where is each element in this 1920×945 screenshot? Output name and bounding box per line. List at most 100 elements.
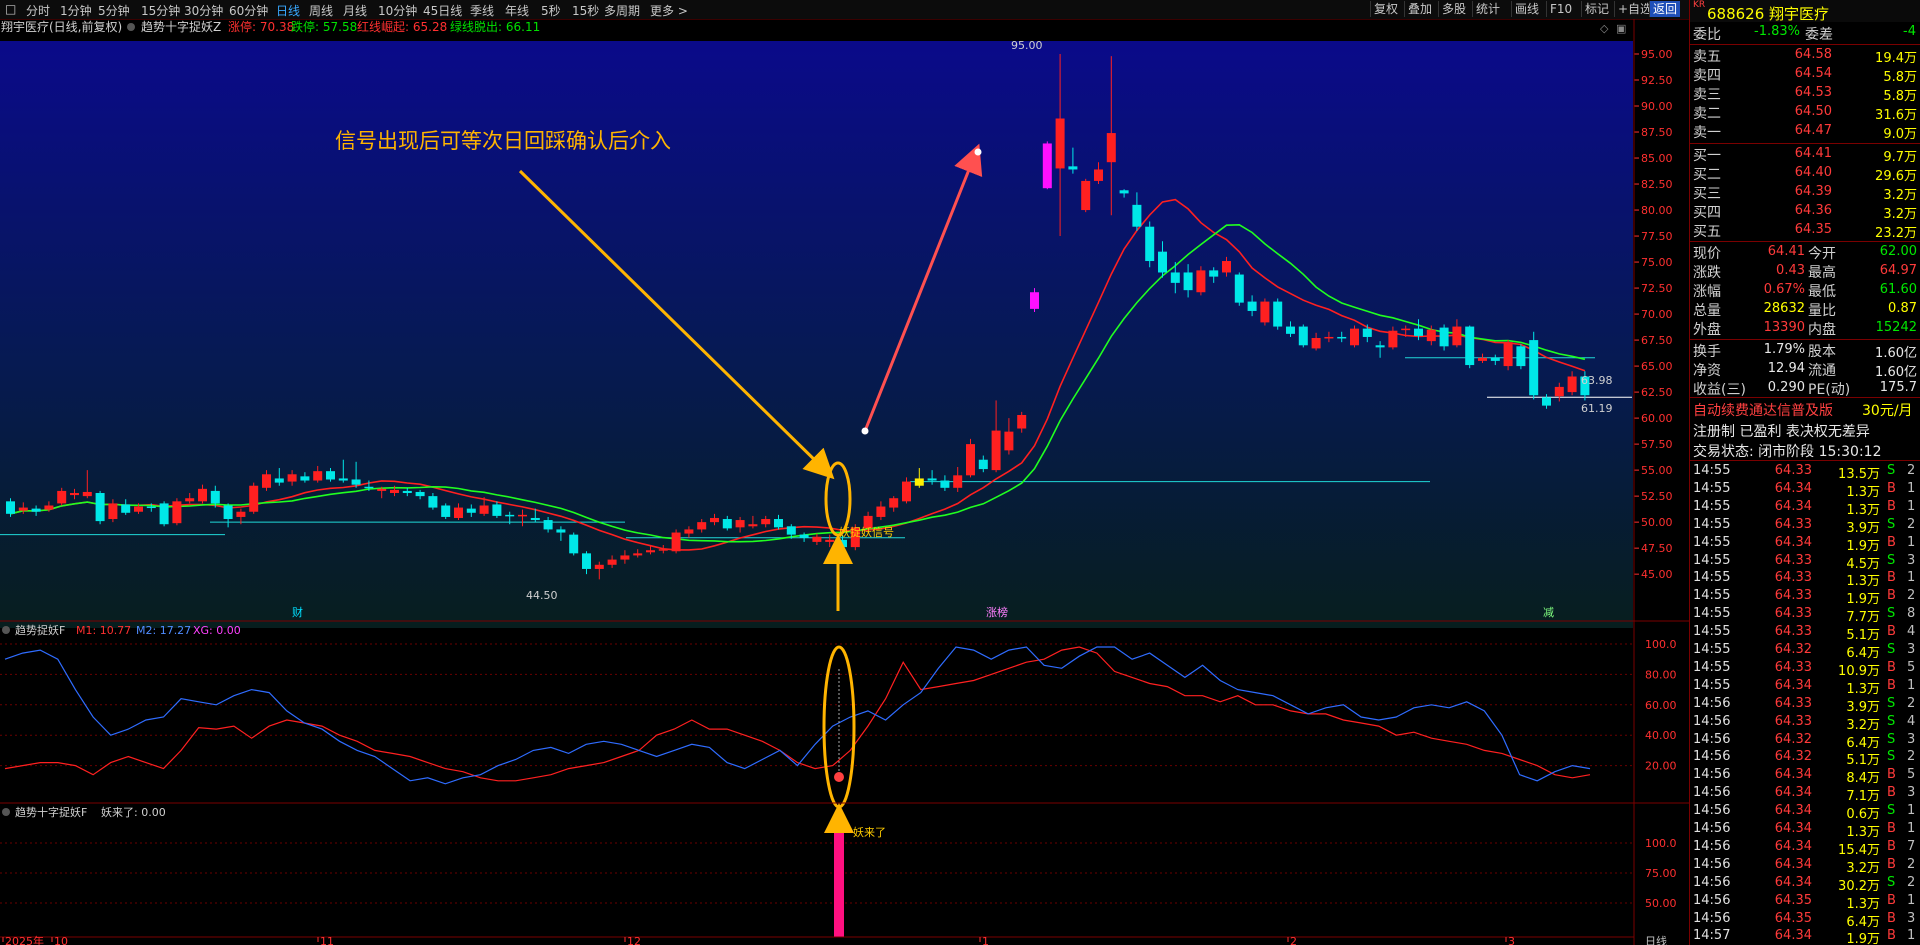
tick-side: B: [1887, 659, 1896, 675]
tick-count: 5: [1907, 659, 1916, 675]
candle-body: [1350, 328, 1359, 346]
toolbar-button-0[interactable]: 复权: [1370, 1, 1401, 17]
tick-time: 14:56: [1693, 838, 1731, 854]
period-7[interactable]: 周线: [309, 2, 333, 19]
menu-icon[interactable]: □: [5, 2, 16, 16]
tick-count: 1: [1907, 821, 1916, 836]
tick-count: 3: [1907, 785, 1916, 801]
period-4[interactable]: 30分钟: [184, 2, 223, 19]
legend-indicator: 趋势十字捉妖Z: [141, 19, 221, 34]
tick-price: 64.33: [1774, 606, 1812, 622]
osc-tick-3: 40.00: [1645, 729, 1677, 742]
osc-tick-2: 60.00: [1645, 699, 1677, 712]
tick-side: B: [1887, 785, 1896, 801]
tick-time: 14:56: [1693, 856, 1731, 872]
quote-value-2: 61.60: [1879, 282, 1917, 297]
toolbar-button-3[interactable]: 统计: [1472, 1, 1503, 17]
tick-price: 64.34: [1774, 498, 1812, 514]
candle-body: [57, 490, 67, 504]
period-13[interactable]: 5秒: [541, 2, 561, 19]
period-6[interactable]: 日线: [276, 2, 300, 19]
sep-4: [1690, 339, 1920, 340]
reg-text: 注册制 已盈利 表决权无差异: [1693, 424, 1870, 440]
candle-body: [1030, 292, 1039, 309]
period-16[interactable]: 更多 >: [650, 2, 688, 19]
candle-body: [415, 491, 425, 497]
candle-body: [658, 549, 668, 551]
period-15[interactable]: 多周期: [604, 2, 640, 19]
tick-side: B: [1887, 767, 1896, 783]
promo-text[interactable]: 自动续费通达信普及版: [1693, 400, 1833, 420]
tick-count: 1: [1907, 498, 1916, 514]
candle-body: [748, 524, 758, 527]
marker-jian: 减: [1543, 606, 1554, 619]
tick-count: 2: [1907, 516, 1916, 532]
sub3-toggle-icon[interactable]: [2, 808, 10, 816]
tick-count: 1: [1907, 677, 1916, 693]
tick-side: S: [1887, 749, 1896, 765]
candle-body: [44, 505, 54, 510]
sub3-title: 趋势十字捉妖F: [15, 805, 87, 819]
ask-row: 卖五 64.58 19.4万: [1690, 46, 1920, 66]
tick-price: 64.32: [1774, 731, 1812, 747]
period-2[interactable]: 5分钟: [98, 2, 130, 19]
legend-item-3: 绿线脱出: 66.11: [450, 19, 540, 34]
date-tick-3: 12: [627, 935, 641, 945]
period-14[interactable]: 15秒: [572, 2, 599, 19]
period-5[interactable]: 60分钟: [229, 2, 268, 19]
date-axis: 2025年 10 11 12 1 2 3: [2, 934, 1515, 945]
fund-value: 1.79%: [1763, 342, 1805, 357]
period-0[interactable]: 分时: [26, 2, 50, 19]
toolbar-button-4[interactable]: 画线: [1511, 1, 1542, 17]
tick-price: 64.34: [1774, 785, 1812, 801]
osc-signal-dot: [834, 772, 844, 782]
candle-body: [1529, 340, 1539, 396]
price-tick-17: 52.50: [1641, 490, 1673, 503]
period-8[interactable]: 月线: [343, 2, 367, 19]
fund-label-2: PE(动): [1808, 382, 1851, 398]
toolbar-button-6[interactable]: 标记: [1581, 1, 1612, 17]
candle-body: [710, 517, 719, 523]
quote-row: 涨幅 0.67% 最低 61.60: [1690, 281, 1920, 300]
window-icon[interactable]: ▣: [1616, 22, 1626, 35]
legend-title: 翔宇医疗(日线,前复权): [1, 19, 122, 34]
period-3[interactable]: 15分钟: [141, 2, 180, 19]
promo-row[interactable]: 自动续费通达信普及版 30元/月: [1690, 399, 1920, 420]
candle-body: [543, 520, 553, 530]
tick-side: B: [1887, 838, 1896, 854]
toolbar-button-2[interactable]: 多股: [1438, 1, 1469, 17]
candle-body: [236, 511, 246, 517]
tick-count: 2: [1907, 695, 1916, 711]
sub3-grid: [0, 842, 1633, 904]
period-1[interactable]: 1分钟: [60, 2, 92, 19]
period-11[interactable]: 季线: [470, 2, 494, 19]
tick-side: B: [1887, 856, 1896, 872]
trade-status: 交易状态: 闭市阶段 15:30:12: [1693, 444, 1882, 460]
price-tick-4: 85.00: [1641, 152, 1673, 165]
quote-row: 外盘 13390 内盘 15242: [1690, 319, 1920, 338]
toolbar-button-5[interactable]: F10: [1546, 1, 1575, 17]
candle-body: [274, 478, 284, 483]
chart-canvas[interactable]: 翔宇医疗(日线,前复权) 趋势十字捉妖Z 涨停: 70.38跌停: 57.58 红…: [0, 19, 1689, 945]
period-12[interactable]: 年线: [505, 2, 529, 19]
bid-price: 64.40: [1794, 165, 1832, 180]
toolbar-button-8[interactable]: 返回: [1649, 1, 1681, 17]
tick-time: 14:56: [1693, 695, 1731, 711]
bid-row: 买三 64.39 3.2万: [1690, 183, 1920, 203]
candle-body: [902, 481, 911, 502]
period-9[interactable]: 10分钟: [378, 2, 417, 19]
expand-icon[interactable]: ◇: [1600, 22, 1609, 35]
candle-body: [646, 550, 655, 553]
osc-toggle-icon[interactable]: [2, 626, 10, 634]
candle-body: [1439, 327, 1449, 347]
toolbar-button-1[interactable]: 叠加: [1404, 1, 1435, 17]
ask-volume: 5.8万: [1883, 70, 1917, 85]
promo-price[interactable]: 30元/月: [1862, 400, 1913, 420]
bid-row: 买四 64.36 3.2万: [1690, 202, 1920, 222]
tick-time: 14:55: [1693, 677, 1731, 693]
period-10[interactable]: 45日线: [423, 2, 462, 19]
candle-body: [364, 486, 374, 489]
tick-price: 64.34: [1774, 928, 1812, 944]
ask-price: 64.47: [1794, 123, 1832, 138]
legend-toggle-icon[interactable]: [127, 23, 135, 31]
